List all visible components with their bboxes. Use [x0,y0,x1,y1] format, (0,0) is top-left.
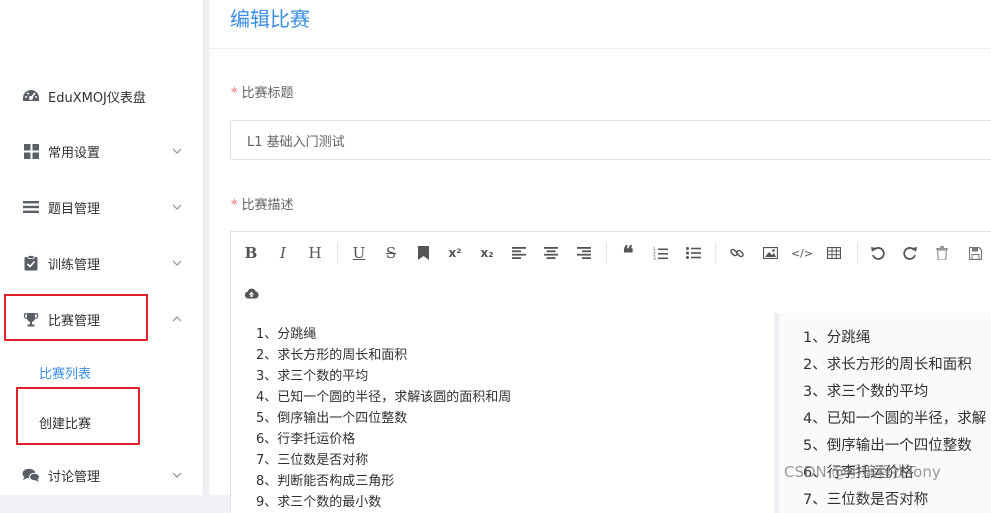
sidebar-item-label: EduXMOJ仪表盘 [48,90,146,106]
source-line: 5、倒序输出一个四位整数 [256,411,408,426]
sidebar-divider [203,0,210,495]
preview-line: 4、已知一个圆的半径，求解 [803,411,987,427]
toolbar-divider [857,242,858,264]
undo-icon[interactable] [867,242,889,264]
submenu-item-label: 比赛列表 [39,366,92,382]
required-mark: * [231,198,238,213]
clipboard-icon [22,254,40,272]
save-icon[interactable] [964,242,986,264]
source-line: 7、三位数是否对称 [256,453,369,468]
preview-line: 2、求长方形的周长和面积 [803,357,972,373]
contest-title-label-text: 比赛标题 [241,86,294,101]
sidebar-item-contests[interactable]: 比赛管理 [0,291,203,347]
toolbar-divider [715,242,716,264]
italic-icon[interactable]: I [272,242,294,264]
submenu-item-contest-list[interactable]: 比赛列表 [0,347,203,397]
cloud-upload-icon[interactable] [240,282,262,304]
align-right-icon[interactable] [573,242,595,264]
required-mark: * [231,86,238,101]
superscript-icon[interactable]: x² [444,242,466,264]
trophy-icon [22,310,40,328]
contest-title-value: L1 基础入门测试 [247,134,345,150]
ordered-list-icon[interactable]: 123 [649,242,671,264]
sidebar-item-settings[interactable]: 常用设置 [0,123,203,179]
editor-preview-pane: 1、分跳绳 2、求长方形的周长和面积 3、求三个数的平均 4、已知一个圆的半径，… [779,313,991,513]
sidebar-item-problems[interactable]: 题目管理 [0,179,203,235]
sidebar-item-dashboard[interactable]: EduXMOJ仪表盘 [0,68,203,124]
trash-icon[interactable] [931,242,953,264]
sidebar-item-label: 常用设置 [48,145,101,161]
toolbar-divider [606,242,607,264]
preview-line: 1、分跳绳 [803,330,871,346]
link-icon[interactable] [726,242,748,264]
main-panel: 编辑比赛 * 比赛标题 L1 基础入门测试 * 比赛描述 B I H U S x² … [210,0,991,513]
chevron-up-icon [172,316,182,322]
bookmark-icon[interactable] [412,242,434,264]
chevron-down-icon [172,204,182,210]
page-title: 编辑比赛 [230,7,310,31]
svg-text:3: 3 [653,256,656,260]
submenu-item-create-contest[interactable]: 创建比赛 [0,397,203,447]
title-divider [210,48,991,49]
comments-icon [22,466,40,484]
editor-toolbar: B I H U S x² x₂ ❝ 123 </> [231,232,991,314]
source-line: 6、行李托运价格 [256,432,356,447]
image-icon[interactable] [759,242,781,264]
contest-title-label: * 比赛标题 [231,82,294,101]
sidebar-item-label: 比赛管理 [48,313,101,329]
watermark: CSDN @手编程找Tony [784,463,941,481]
align-left-icon[interactable] [508,242,530,264]
contest-description-label: * 比赛描述 [231,194,294,213]
subscript-icon[interactable]: x₂ [476,242,498,264]
align-center-icon[interactable] [540,242,562,264]
sidebar-item-label: 题目管理 [48,201,101,217]
sidebar: EduXMOJ仪表盘 常用设置 题目管理 训练管理 比赛管理 比赛列表 创建比赛 [0,0,203,495]
toolbar-divider [337,242,338,264]
contest-description-label-text: 比赛描述 [241,198,294,213]
sidebar-item-label: 讨论管理 [48,469,101,485]
strikethrough-icon[interactable]: S [380,242,402,264]
source-line: 1、分跳绳 [256,327,317,342]
chevron-down-icon [172,260,182,266]
sidebar-item-training[interactable]: 训练管理 [0,235,203,291]
header-icon[interactable]: H [304,242,326,264]
dashboard-icon [22,87,40,105]
sidebar-item-label: 训练管理 [48,257,101,273]
unordered-list-icon[interactable] [682,242,704,264]
source-line: 2、求长方形的周长和面积 [256,348,408,363]
source-line: 8、判断能否构成三角形 [256,474,395,489]
underline-icon[interactable]: U [348,242,370,264]
preview-line: 5、倒序输出一个四位整数 [803,438,972,454]
quote-icon[interactable]: ❝ [617,241,639,265]
editor-source-pane[interactable]: 1、分跳绳 2、求长方形的周长和面积 3、求三个数的平均 4、已知一个圆的半径，… [231,313,774,513]
table-icon[interactable] [823,242,845,264]
source-line: 4、已知一个圆的半径，求解该圆的面积和周 [256,390,512,405]
preview-line: 7、三位数是否对称 [803,492,929,508]
bold-icon[interactable]: B [240,242,262,264]
submenu-item-label: 创建比赛 [39,416,92,432]
list-icon [22,198,40,216]
contest-title-input[interactable]: L1 基础入门测试 [230,120,991,160]
code-icon[interactable]: </> [791,242,813,264]
chevron-down-icon [172,148,182,154]
grid-icon [22,142,40,160]
redo-icon[interactable] [899,242,921,264]
source-line: 3、求三个数的平均 [256,369,369,384]
source-line: 9、求三个数的最小数 [256,495,382,510]
chevron-down-icon [172,472,182,478]
preview-line: 3、求三个数的平均 [803,384,929,400]
